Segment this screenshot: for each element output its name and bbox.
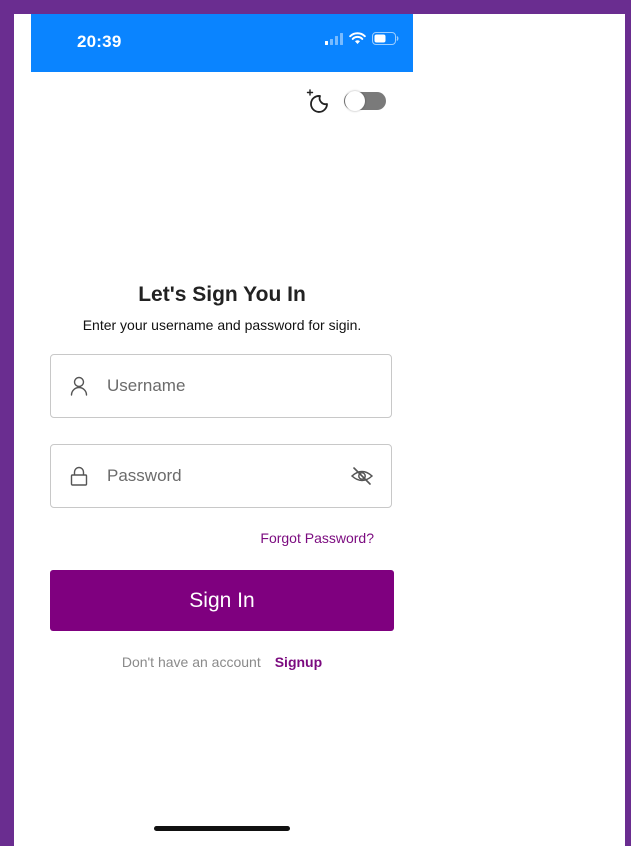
battery-icon bbox=[372, 32, 399, 45]
signup-row: Don't have an account Signup bbox=[31, 654, 413, 670]
lock-icon bbox=[69, 466, 89, 486]
phone-screen: 20:39 Let's Sign You In Enter your usern… bbox=[14, 14, 625, 846]
cellular-signal-icon bbox=[325, 32, 343, 45]
toggle-knob bbox=[345, 91, 365, 111]
user-icon bbox=[69, 376, 89, 396]
dark-mode-toggle[interactable] bbox=[344, 91, 386, 111]
forgot-password-link[interactable]: Forgot Password? bbox=[260, 530, 374, 546]
page-subtitle: Enter your username and password for sig… bbox=[82, 317, 362, 333]
password-field bbox=[50, 444, 392, 508]
password-input[interactable] bbox=[107, 466, 349, 486]
sign-in-button[interactable]: Sign In bbox=[50, 570, 394, 631]
username-input[interactable] bbox=[107, 376, 391, 396]
eye-off-icon[interactable] bbox=[349, 463, 375, 489]
status-time: 20:39 bbox=[77, 32, 122, 51]
status-bar: 20:39 bbox=[31, 14, 413, 72]
home-indicator bbox=[154, 826, 290, 831]
signup-link[interactable]: Signup bbox=[275, 654, 322, 670]
status-icons bbox=[325, 32, 399, 45]
dark-mode-moon-icon bbox=[304, 87, 332, 120]
signup-prompt: Don't have an account bbox=[121, 654, 261, 670]
wifi-icon bbox=[349, 32, 366, 45]
page-title: Let's Sign You In bbox=[138, 283, 306, 306]
username-field bbox=[50, 354, 392, 418]
theme-toggle-row bbox=[304, 87, 394, 117]
